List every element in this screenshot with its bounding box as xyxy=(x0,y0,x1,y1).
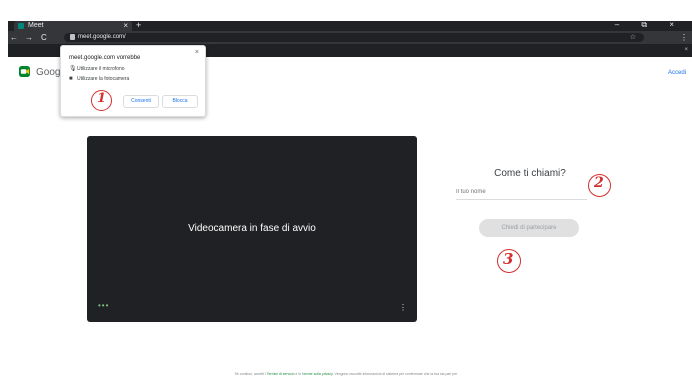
google-meet-logo-icon[interactable] xyxy=(19,66,30,77)
forward-button[interactable]: → xyxy=(25,31,33,44)
meet-logo-text: Goog xyxy=(36,67,61,78)
lock-icon[interactable] xyxy=(70,34,75,40)
meet-favicon-icon xyxy=(18,23,24,29)
tab-title: Meet xyxy=(28,22,44,29)
permission-title: meet.google.com vorrebbe xyxy=(69,55,141,61)
camera-icon: ■ xyxy=(69,76,73,82)
screen-top-strip xyxy=(0,0,692,21)
microphone-icon: 🎙 xyxy=(69,66,77,72)
annotation-number-3: 3 xyxy=(503,250,514,268)
browser-menu-button[interactable]: ⋮ xyxy=(680,31,688,44)
permission-label-camera: Utilizzare la fotocamera xyxy=(77,76,130,82)
footer-middle: e le xyxy=(294,372,303,376)
ask-to-join-button[interactable]: Chiedi di partecipare xyxy=(479,219,579,237)
allow-button[interactable]: Consenti xyxy=(123,95,159,108)
footer-suffix: . Vengono raccolte informazioni di siste… xyxy=(332,372,458,376)
secondary-close-icon[interactable]: × xyxy=(684,44,688,57)
name-prompt-heading: Come ti chiami? xyxy=(494,168,566,179)
back-button[interactable]: ← xyxy=(10,31,18,44)
sign-in-link[interactable]: Accedi xyxy=(668,70,686,76)
block-button[interactable]: Blocca xyxy=(162,95,198,108)
browser-tab-bar: Meet × + – ⧉ × xyxy=(8,20,692,31)
legal-footer: Se continui, accetti i Termini di serviz… xyxy=(0,372,692,376)
camera-preview: Videocamera in fase di avvio ••• ⋮ xyxy=(87,136,417,322)
terms-link[interactable]: Termini di servizio xyxy=(267,372,295,376)
permission-close-icon[interactable]: × xyxy=(195,49,199,56)
address-bar[interactable]: meet.google.com/ ☆ xyxy=(64,33,644,42)
new-tab-button[interactable]: + xyxy=(136,20,141,30)
footer-prefix: Se continui, accetti i xyxy=(234,372,267,376)
audio-level-dots-icon: ••• xyxy=(98,301,110,310)
permission-row-microphone: 🎙 Utilizzare il microfono xyxy=(69,65,125,73)
reload-button[interactable]: C xyxy=(41,31,47,44)
permission-row-camera: ■ Utilizzare la fotocamera xyxy=(69,76,129,82)
browser-tab-meet[interactable]: Meet × xyxy=(14,21,132,31)
camera-status-text: Videocamera in fase di avvio xyxy=(188,223,316,234)
permission-popup: meet.google.com vorrebbe × 🎙 Utilizzare … xyxy=(60,45,206,117)
tab-close-icon[interactable]: × xyxy=(123,21,128,31)
annotation-number-1: 1 xyxy=(97,91,107,106)
bookmark-star-icon[interactable]: ☆ xyxy=(630,33,636,42)
permission-label-microphone: Utilizzare il microfono xyxy=(77,65,125,72)
browser-toolbar: ← → C meet.google.com/ ☆ ⋮ xyxy=(8,31,692,44)
name-input[interactable] xyxy=(456,185,587,200)
url-text: meet.google.com/ xyxy=(78,34,126,40)
window-controls[interactable]: – ⧉ × xyxy=(615,20,684,30)
annotation-number-2: 2 xyxy=(594,175,604,191)
privacy-link[interactable]: Norme sulla privacy xyxy=(302,372,332,376)
preview-more-options-icon[interactable]: ⋮ xyxy=(399,303,407,312)
